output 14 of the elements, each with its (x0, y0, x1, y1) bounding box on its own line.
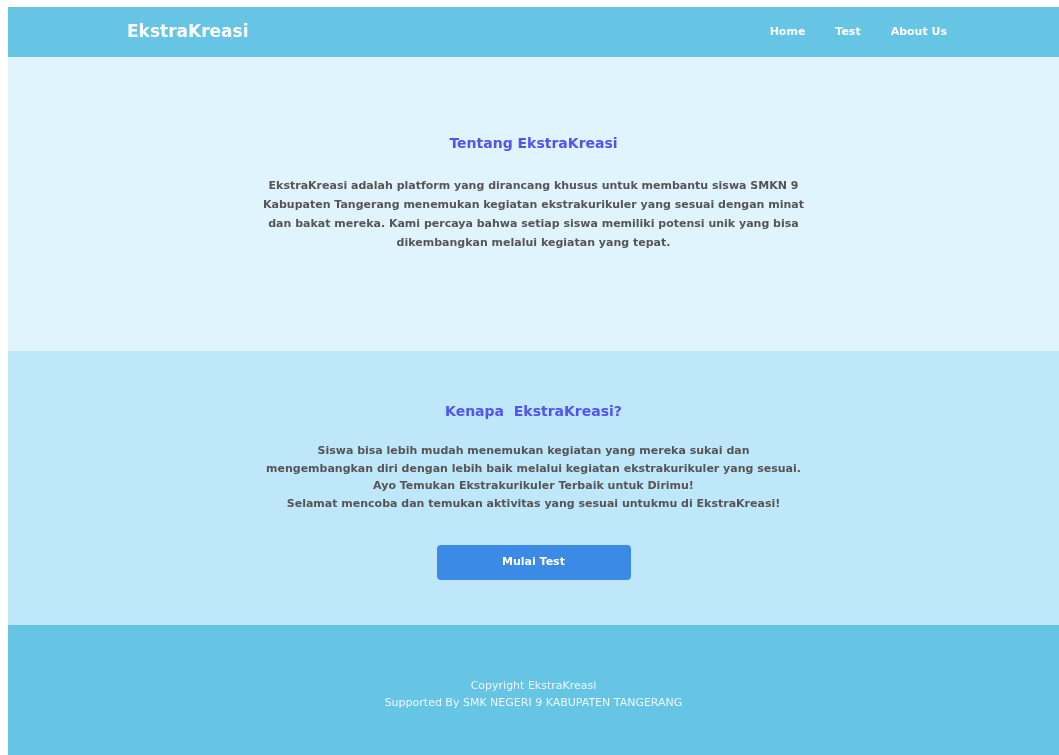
why-text-line: Siswa bisa lebih mudah menemukan kegiatan yang mereka sukai dan (317, 443, 750, 459)
nav-link[interactable]: About Us (890, 23, 947, 41)
footer-text: Supported By SMK NEGERI 9 KABUPATEN TANGERANG (384, 695, 683, 711)
nav-link[interactable]: Home (769, 23, 806, 41)
about-paragraph: EkstraKreasi adalah platform yang dirancang khusus untuk membantu siswa SMKN 9 Kabupaten Tangerang menemukan kegiatan ekstrakurikuler yang sesuai dengan minat dan bakat mereka. Kami percaya bahwa setiap siswa memiliki potensi unik yang bisa dikembangkan melalui kegiatan yang tepat. (262, 178, 805, 251)
start-test-button[interactable]: Mulai Test (436, 545, 631, 580)
why-text-line: Ayo Temukan Ekstrakurikuler Terbaik untuk Dirimu! (373, 478, 694, 494)
brand-logo[interactable]: EkstraKreasi (127, 19, 249, 45)
why-text-line: Selamat mencoba dan temukan aktivitas yang sesuai untukmu di EkstraKreasi! (286, 495, 781, 512)
why-text-line: mengembangkan diri dengan lebih baik melalui kegiatan ekstrakurikuler yang sesuai. (266, 460, 801, 477)
section-title: Kenapa EkstraKreasi? (445, 402, 622, 421)
nav-link[interactable]: Test (835, 23, 861, 41)
footer-text: Copyright EkstraKreasi (470, 678, 597, 694)
section-title: Tentang EkstraKreasi (449, 134, 618, 153)
